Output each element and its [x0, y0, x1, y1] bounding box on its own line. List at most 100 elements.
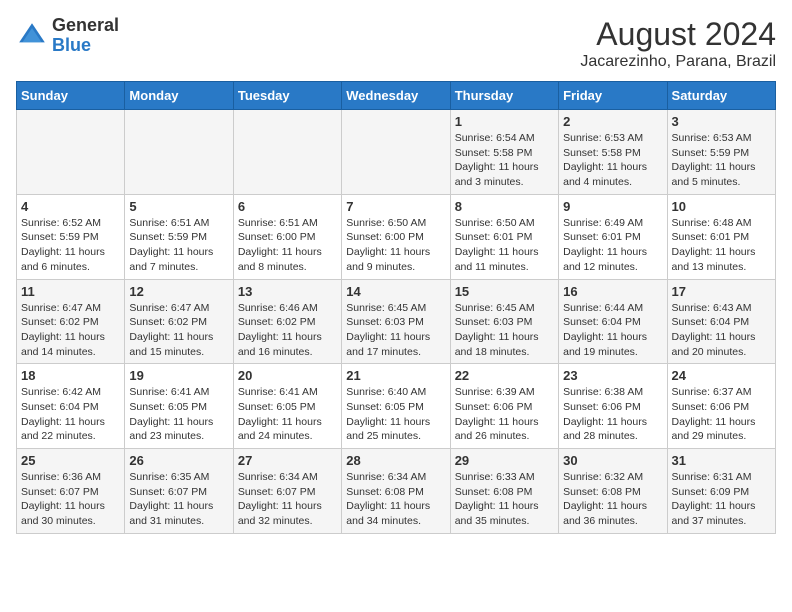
day-info: Sunrise: 6:33 AM Sunset: 6:08 PM Dayligh… — [455, 470, 554, 529]
day-number: 28 — [346, 453, 445, 468]
header-sunday: Sunday — [17, 82, 125, 110]
calendar-cell: 17 Sunrise: 6:43 AM Sunset: 6:04 PM Dayli… — [667, 279, 775, 364]
calendar-cell: 9 Sunrise: 6:49 AM Sunset: 6:01 PM Daylig… — [559, 194, 667, 279]
day-number: 27 — [238, 453, 337, 468]
calendar-week-2: 4 Sunrise: 6:52 AM Sunset: 5:59 PM Daylig… — [17, 194, 776, 279]
day-number: 15 — [455, 284, 554, 299]
day-number: 26 — [129, 453, 228, 468]
day-info: Sunrise: 6:45 AM Sunset: 6:03 PM Dayligh… — [346, 301, 445, 360]
calendar-body: 1Sunrise: 6:54 AM Sunset: 5:58 PM Daylig… — [17, 110, 776, 534]
day-number: 21 — [346, 368, 445, 383]
day-info: Sunrise: 6:36 AM Sunset: 6:07 PM Dayligh… — [21, 470, 120, 529]
calendar-cell: 25 Sunrise: 6:36 AM Sunset: 6:07 PM Dayli… — [17, 449, 125, 534]
header-tuesday: Tuesday — [233, 82, 341, 110]
calendar-cell: 12Sunrise: 6:47 AM Sunset: 6:02 PM Dayli… — [125, 279, 233, 364]
calendar-cell: 2 Sunrise: 6:53 AM Sunset: 5:58 PM Daylig… — [559, 110, 667, 195]
calendar-cell: 23Sunrise: 6:38 AM Sunset: 6:06 PM Dayli… — [559, 364, 667, 449]
calendar-table: Sunday Monday Tuesday Wednesday Thursday… — [16, 81, 776, 534]
calendar-cell: 31 Sunrise: 6:31 AM Sunset: 6:09 PM Dayli… — [667, 449, 775, 534]
day-number: 5 — [129, 199, 228, 214]
calendar-cell: 24Sunrise: 6:37 AM Sunset: 6:06 PM Dayli… — [667, 364, 775, 449]
day-info: Sunrise: 6:35 AM Sunset: 6:07 PM Dayligh… — [129, 470, 228, 529]
day-info: Sunrise: 6:47 AM Sunset: 6:02 PM Dayligh… — [21, 301, 120, 360]
day-number: 3 — [672, 114, 771, 129]
calendar-cell: 6 Sunrise: 6:51 AM Sunset: 6:00 PM Daylig… — [233, 194, 341, 279]
calendar-cell — [342, 110, 450, 195]
day-number: 25 — [21, 453, 120, 468]
day-info: Sunrise: 6:50 AM Sunset: 6:00 PM Dayligh… — [346, 216, 445, 275]
day-info: Sunrise: 6:41 AM Sunset: 6:05 PM Dayligh… — [238, 385, 337, 444]
calendar-cell: 14 Sunrise: 6:45 AM Sunset: 6:03 PM Dayli… — [342, 279, 450, 364]
calendar-cell: 19 Sunrise: 6:41 AM Sunset: 6:05 PM Dayli… — [125, 364, 233, 449]
calendar-cell: 26 Sunrise: 6:35 AM Sunset: 6:07 PM Dayli… — [125, 449, 233, 534]
day-info: Sunrise: 6:40 AM Sunset: 6:05 PM Dayligh… — [346, 385, 445, 444]
calendar-week-4: 18Sunrise: 6:42 AM Sunset: 6:04 PM Dayli… — [17, 364, 776, 449]
day-number: 6 — [238, 199, 337, 214]
day-info: Sunrise: 6:34 AM Sunset: 6:07 PM Dayligh… — [238, 470, 337, 529]
calendar-cell: 21 Sunrise: 6:40 AM Sunset: 6:05 PM Dayli… — [342, 364, 450, 449]
calendar-cell — [233, 110, 341, 195]
day-info: Sunrise: 6:37 AM Sunset: 6:06 PM Dayligh… — [672, 385, 771, 444]
calendar-cell: 10 Sunrise: 6:48 AM Sunset: 6:01 PM Dayli… — [667, 194, 775, 279]
day-info: Sunrise: 6:44 AM Sunset: 6:04 PM Dayligh… — [563, 301, 662, 360]
calendar-cell: 30Sunrise: 6:32 AM Sunset: 6:08 PM Dayli… — [559, 449, 667, 534]
calendar-cell: 18Sunrise: 6:42 AM Sunset: 6:04 PM Dayli… — [17, 364, 125, 449]
calendar-cell — [125, 110, 233, 195]
header-saturday: Saturday — [667, 82, 775, 110]
day-info: Sunrise: 6:48 AM Sunset: 6:01 PM Dayligh… — [672, 216, 771, 275]
logo-text: General Blue — [52, 16, 119, 56]
calendar-week-5: 25 Sunrise: 6:36 AM Sunset: 6:07 PM Dayli… — [17, 449, 776, 534]
day-number: 2 — [563, 114, 662, 129]
calendar-cell: 29 Sunrise: 6:33 AM Sunset: 6:08 PM Dayli… — [450, 449, 558, 534]
calendar-cell: 4 Sunrise: 6:52 AM Sunset: 5:59 PM Daylig… — [17, 194, 125, 279]
day-number: 8 — [455, 199, 554, 214]
calendar-cell: 1Sunrise: 6:54 AM Sunset: 5:58 PM Daylig… — [450, 110, 558, 195]
calendar-week-1: 1Sunrise: 6:54 AM Sunset: 5:58 PM Daylig… — [17, 110, 776, 195]
calendar-cell: 3Sunrise: 6:53 AM Sunset: 5:59 PM Daylig… — [667, 110, 775, 195]
day-number: 10 — [672, 199, 771, 214]
day-info: Sunrise: 6:45 AM Sunset: 6:03 PM Dayligh… — [455, 301, 554, 360]
calendar-cell: 13 Sunrise: 6:46 AM Sunset: 6:02 PM Dayli… — [233, 279, 341, 364]
calendar-cell — [17, 110, 125, 195]
header-row: Sunday Monday Tuesday Wednesday Thursday… — [17, 82, 776, 110]
day-number: 23 — [563, 368, 662, 383]
logo-icon — [16, 20, 48, 52]
day-info: Sunrise: 6:46 AM Sunset: 6:02 PM Dayligh… — [238, 301, 337, 360]
day-number: 31 — [672, 453, 771, 468]
day-number: 7 — [346, 199, 445, 214]
day-number: 30 — [563, 453, 662, 468]
calendar-cell: 16Sunrise: 6:44 AM Sunset: 6:04 PM Dayli… — [559, 279, 667, 364]
day-info: Sunrise: 6:51 AM Sunset: 5:59 PM Dayligh… — [129, 216, 228, 275]
day-number: 22 — [455, 368, 554, 383]
calendar-cell: 20Sunrise: 6:41 AM Sunset: 6:05 PM Dayli… — [233, 364, 341, 449]
day-info: Sunrise: 6:53 AM Sunset: 5:58 PM Dayligh… — [563, 131, 662, 190]
day-number: 12 — [129, 284, 228, 299]
day-number: 4 — [21, 199, 120, 214]
day-info: Sunrise: 6:52 AM Sunset: 5:59 PM Dayligh… — [21, 216, 120, 275]
day-info: Sunrise: 6:31 AM Sunset: 6:09 PM Dayligh… — [672, 470, 771, 529]
day-info: Sunrise: 6:43 AM Sunset: 6:04 PM Dayligh… — [672, 301, 771, 360]
day-info: Sunrise: 6:51 AM Sunset: 6:00 PM Dayligh… — [238, 216, 337, 275]
header-monday: Monday — [125, 82, 233, 110]
day-number: 11 — [21, 284, 120, 299]
page-header: General Blue August 2024 Jacarezinho, Pa… — [16, 16, 776, 71]
day-number: 29 — [455, 453, 554, 468]
day-info: Sunrise: 6:34 AM Sunset: 6:08 PM Dayligh… — [346, 470, 445, 529]
calendar-cell: 5 Sunrise: 6:51 AM Sunset: 5:59 PM Daylig… — [125, 194, 233, 279]
day-number: 19 — [129, 368, 228, 383]
day-info: Sunrise: 6:41 AM Sunset: 6:05 PM Dayligh… — [129, 385, 228, 444]
calendar-header: Sunday Monday Tuesday Wednesday Thursday… — [17, 82, 776, 110]
header-wednesday: Wednesday — [342, 82, 450, 110]
calendar-cell: 22Sunrise: 6:39 AM Sunset: 6:06 PM Dayli… — [450, 364, 558, 449]
day-number: 17 — [672, 284, 771, 299]
calendar-cell: 7 Sunrise: 6:50 AM Sunset: 6:00 PM Daylig… — [342, 194, 450, 279]
calendar-week-3: 11 Sunrise: 6:47 AM Sunset: 6:02 PM Dayli… — [17, 279, 776, 364]
day-number: 14 — [346, 284, 445, 299]
day-number: 9 — [563, 199, 662, 214]
day-number: 13 — [238, 284, 337, 299]
day-info: Sunrise: 6:49 AM Sunset: 6:01 PM Dayligh… — [563, 216, 662, 275]
day-info: Sunrise: 6:50 AM Sunset: 6:01 PM Dayligh… — [455, 216, 554, 275]
day-number: 1 — [455, 114, 554, 129]
title-block: August 2024 Jacarezinho, Parana, Brazil — [580, 16, 776, 71]
calendar-cell: 27 Sunrise: 6:34 AM Sunset: 6:07 PM Dayli… — [233, 449, 341, 534]
